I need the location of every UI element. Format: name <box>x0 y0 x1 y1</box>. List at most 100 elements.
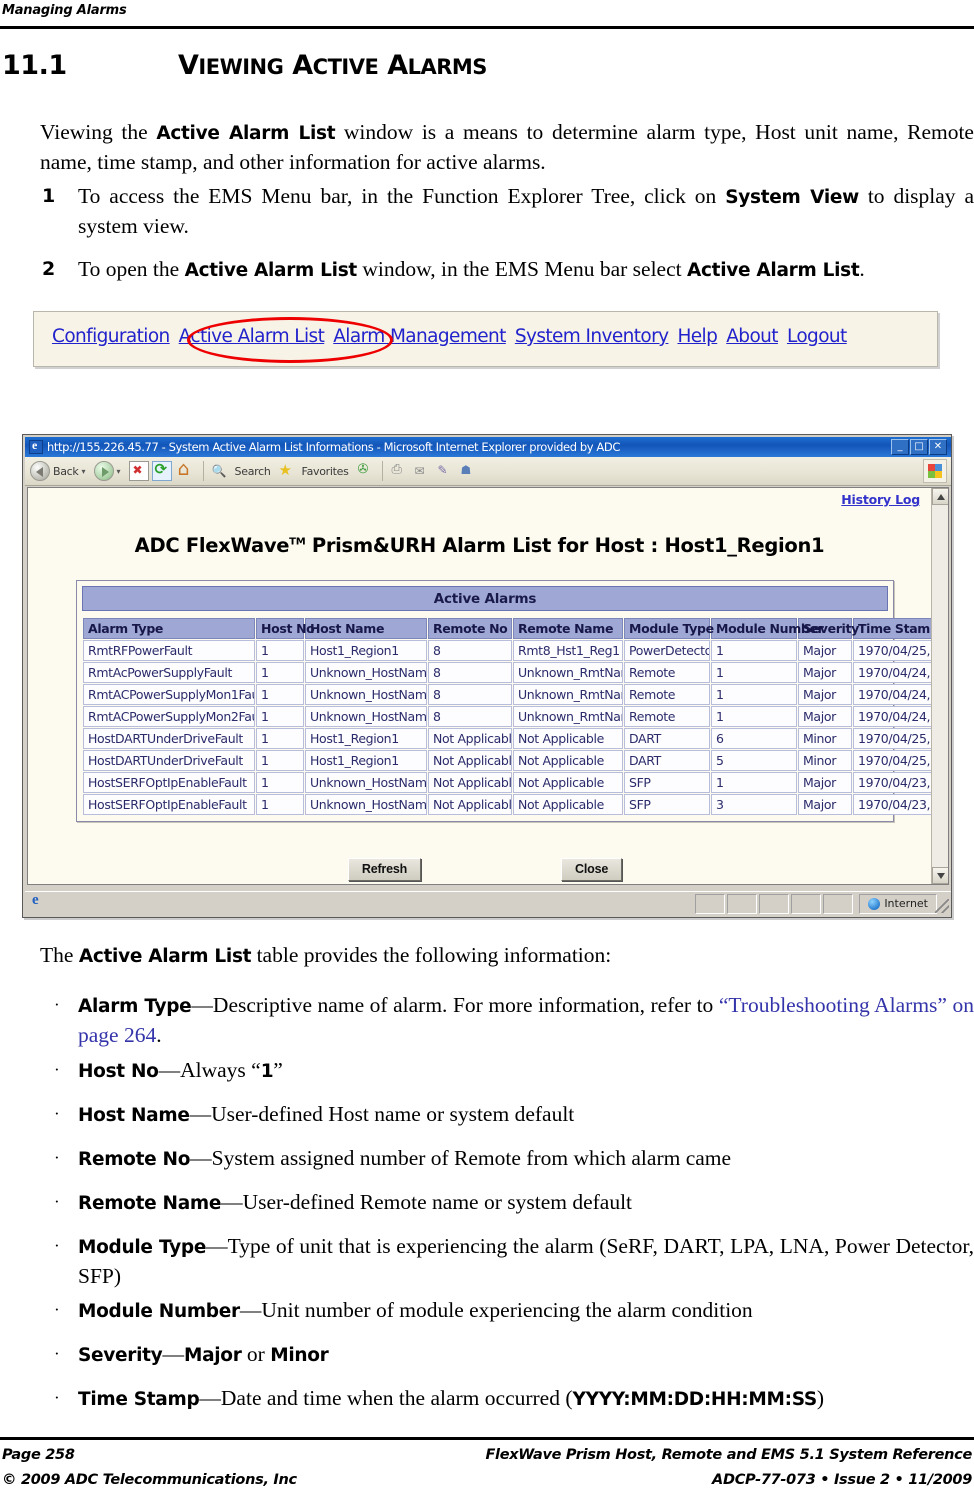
cell: Not Applicable <box>513 794 623 815</box>
bullet-bold-major: Major <box>183 1345 242 1366</box>
footer-document-number: ADCP-77-073 • Issue 2 • 11/2009 <box>712 1472 972 1488</box>
step-2-part1: To open the <box>78 257 185 281</box>
browser-window-figure: http://155.226.45.77 - System Active Ala… <box>22 434 952 918</box>
internet-explorer-icon <box>29 438 43 454</box>
col-module-type[interactable]: Module Type <box>624 618 714 639</box>
bullet-dash-1: — <box>158 1058 181 1082</box>
refresh-icon[interactable] <box>151 460 172 481</box>
footer-page-number: Page 258 <box>2 1447 75 1463</box>
bullet-tail-1: ” <box>273 1058 283 1082</box>
cell: 1 <box>711 772 797 793</box>
cell: HostDARTUnderDriveFault <box>83 728 255 749</box>
cell: 1 <box>711 706 797 727</box>
forward-icon <box>93 461 114 481</box>
scroll-up-arrow-icon[interactable] <box>932 488 948 505</box>
scroll-down-arrow-icon[interactable] <box>932 867 948 884</box>
trademark-icon: TM <box>289 536 306 548</box>
refresh-button[interactable]: Refresh <box>347 858 422 881</box>
cell: Remote <box>624 662 710 683</box>
col-remote-no[interactable]: Remote No <box>428 618 512 639</box>
cell: 1 <box>256 794 304 815</box>
page-footer: Page 258 FlexWave Prism Host, Remote and… <box>0 1443 974 1493</box>
back-button[interactable]: Back ▾ <box>30 461 89 481</box>
col-alarm-type[interactable]: Alarm Type <box>83 618 255 639</box>
col-remote-name[interactable]: Remote Name <box>513 618 623 639</box>
list-item: · Module Number—Unit number of module ex… <box>54 1296 974 1326</box>
step-2-number: 2 <box>42 258 56 280</box>
chevron-down-icon[interactable]: ▾ <box>82 467 86 476</box>
bullet-dash-7: — <box>162 1342 184 1366</box>
bullet-dash-0: — <box>191 993 213 1017</box>
cell: 1 <box>711 640 797 661</box>
bullet-term-module-number: Module Number <box>78 1301 240 1322</box>
active-alarms-table: Alarm Type Host No Host Name Remote No R… <box>82 617 948 816</box>
cell: DART <box>624 750 710 771</box>
bullet-dot-icon: · <box>54 1060 60 1079</box>
maximize-button[interactable]: □ <box>910 439 928 455</box>
footer-row-2: © 2009 ADC Telecommunications, Inc ADCP-… <box>0 1468 974 1493</box>
step-1-bold-system-view: System View <box>725 187 859 208</box>
close-window-button[interactable]: ✕ <box>929 439 947 455</box>
home-icon[interactable] <box>175 458 195 481</box>
history-icon[interactable] <box>354 461 374 481</box>
cell: Host1_Region1 <box>305 750 427 771</box>
chevron-down-icon-forward[interactable]: ▾ <box>117 467 121 476</box>
bullet-dash-3: — <box>190 1146 212 1170</box>
list-item: · Host No—Always “1” <box>54 1056 974 1086</box>
toolbar-separator-2 <box>381 461 383 481</box>
menu-item-active-alarm-list[interactable]: Active Alarm List <box>179 326 325 347</box>
close-button[interactable]: Close <box>561 858 623 881</box>
col-host-name[interactable]: Host Name <box>305 618 427 639</box>
col-host-no[interactable]: Host No <box>256 618 315 639</box>
cell: Not Applicable <box>428 750 512 771</box>
bullet-dash-6: — <box>239 1298 262 1322</box>
resize-grip-icon[interactable] <box>935 899 949 913</box>
cell: Remote <box>624 706 710 727</box>
list-item: · Severity—Major or Minor <box>54 1340 974 1370</box>
table-row: HostSERFOptIpEnableFault 1 Unknown_HostN… <box>83 794 948 815</box>
bullet-term-host-no: Host No <box>78 1061 159 1082</box>
cell: 1 <box>711 662 797 683</box>
col-severity[interactable]: Severity <box>798 618 859 639</box>
list-item: · Module Type—Type of unit that is exper… <box>54 1232 974 1291</box>
bullet-text-6: Unit number of module experiencing the a… <box>261 1298 753 1322</box>
forward-button[interactable]: ▾ <box>93 461 124 481</box>
bullet-dot-icon: · <box>54 1236 60 1255</box>
minimize-button[interactable]: _ <box>891 439 909 455</box>
menu-item-configuration[interactable]: Configuration <box>52 326 170 347</box>
bullet-dot-icon: · <box>54 1300 60 1319</box>
heading-pre: ADC FlexWave <box>134 534 290 557</box>
statusbar-pane-3 <box>759 893 790 914</box>
cell: Major <box>798 772 852 793</box>
bullet-dot-icon: · <box>54 1148 60 1167</box>
bullet-text-1: Always “ <box>180 1058 261 1082</box>
menu-item-system-inventory[interactable]: System Inventory <box>515 326 669 347</box>
menu-item-logout[interactable]: Logout <box>787 326 847 347</box>
menu-item-about[interactable]: About <box>726 326 778 347</box>
menu-item-help[interactable]: Help <box>677 326 717 347</box>
vertical-scrollbar[interactable] <box>931 488 948 884</box>
windows-flag-icon[interactable] <box>923 459 947 483</box>
edit-icon[interactable] <box>434 461 454 481</box>
search-button[interactable]: Search <box>209 461 271 481</box>
cell: 6 <box>711 728 797 749</box>
favorites-button[interactable]: Favorites <box>276 461 349 481</box>
history-log-link[interactable]: History Log <box>841 492 920 507</box>
stop-icon[interactable] <box>128 461 149 481</box>
menu-item-alarm-management[interactable]: Alarm Management <box>333 326 506 347</box>
col-module-number[interactable]: Module Number <box>711 618 824 639</box>
cell: Unknown_RmtName <box>513 684 623 705</box>
cell: Not Applicable <box>513 728 623 749</box>
bullet-term-time-stamp: Time Stamp <box>78 1389 200 1410</box>
bullet-dash-5: — <box>206 1234 228 1258</box>
bullet-dot-icon: · <box>54 1344 60 1363</box>
print-icon[interactable] <box>388 461 408 481</box>
browser-titlebar: http://155.226.45.77 - System Active Ala… <box>25 437 951 457</box>
table-row: HostDARTUnderDriveFault 1 Host1_Region1 … <box>83 750 948 771</box>
bullet-dot-icon: · <box>54 1388 60 1407</box>
messenger-icon[interactable] <box>457 461 477 481</box>
ems-menu-bar-figure: Configuration Active Alarm List Alarm Mana… <box>33 311 938 367</box>
cell: Not Applicable <box>513 772 623 793</box>
mail-icon[interactable] <box>411 461 431 481</box>
security-zone-indicator: Internet <box>859 893 937 914</box>
